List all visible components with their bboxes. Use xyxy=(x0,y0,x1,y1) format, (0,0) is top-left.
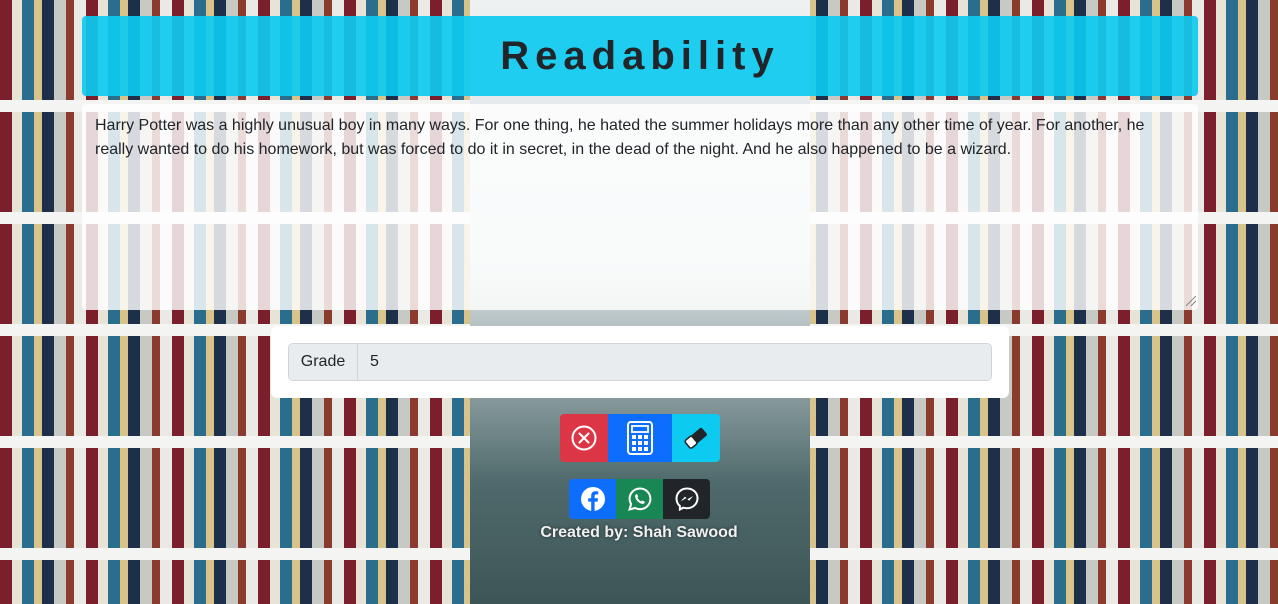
text-input[interactable]: Harry Potter was a highly unusual boy in… xyxy=(82,104,1198,310)
share-messenger-button[interactable] xyxy=(663,479,710,519)
erase-button[interactable] xyxy=(672,414,720,462)
facebook-icon xyxy=(580,487,605,511)
clear-button[interactable] xyxy=(560,414,608,462)
footer-credit: Created by: Shah Sawood xyxy=(540,524,738,541)
action-button-group xyxy=(560,414,720,462)
grade-input-group: Grade 5 xyxy=(288,343,992,381)
calculate-button[interactable] xyxy=(608,414,672,462)
messenger-icon xyxy=(674,487,699,512)
page-title: Readability xyxy=(500,33,780,78)
grade-label: Grade xyxy=(289,344,358,380)
title-bar: Readability xyxy=(82,16,1198,96)
share-whatsapp-button[interactable] xyxy=(616,479,663,519)
eraser-icon xyxy=(684,427,707,449)
share-facebook-button[interactable] xyxy=(569,479,616,519)
calculator-icon xyxy=(627,421,653,455)
share-button-group xyxy=(569,479,710,519)
grade-card: Grade 5 xyxy=(271,326,1009,398)
circle-x-icon xyxy=(571,425,597,451)
whatsapp-icon xyxy=(627,487,651,511)
resize-handle[interactable] xyxy=(1186,296,1196,306)
grade-output: 5 xyxy=(358,344,991,380)
